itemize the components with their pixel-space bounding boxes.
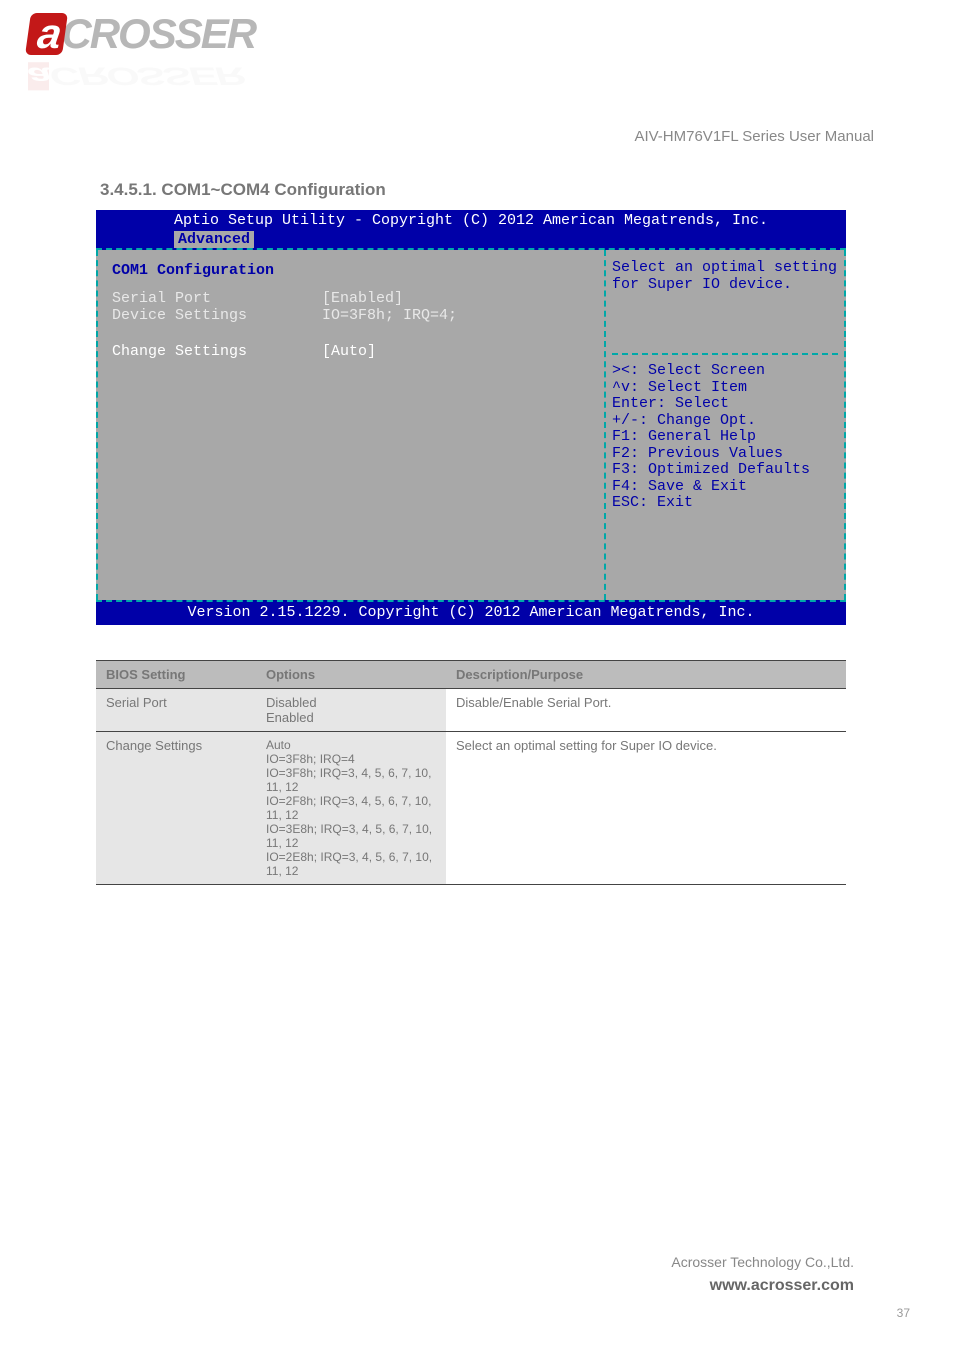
table-cell-setting: Change Settings bbox=[96, 732, 256, 885]
bios-screen: Aptio Setup Utility - Copyright (C) 2012… bbox=[96, 210, 846, 625]
bios-key-hint: +/-: Change Opt. bbox=[612, 413, 838, 430]
bios-key-hint: F1: General Help bbox=[612, 429, 838, 446]
change-settings-value[interactable]: [Auto] bbox=[322, 344, 590, 361]
footer-company: Acrosser Technology Co.,Ltd. bbox=[671, 1254, 854, 1270]
bios-main-panel: COM1 Configuration Serial Port [Enabled]… bbox=[98, 250, 604, 600]
table-row: Change Settings Auto IO=3F8h; IRQ=4 IO=3… bbox=[96, 732, 846, 885]
bios-key-hint: ESC: Exit bbox=[612, 495, 838, 512]
device-settings-label: Device Settings bbox=[112, 308, 322, 325]
bios-help-text: Select an optimal setting for Super IO d… bbox=[612, 260, 838, 293]
footer-url: www.acrosser.com bbox=[710, 1277, 854, 1295]
section-heading: 3.4.5.1. COM1~COM4 Configuration bbox=[100, 180, 386, 200]
bios-key-hint: ^v: Select Item bbox=[612, 380, 838, 397]
serial-port-label: Serial Port bbox=[112, 291, 322, 308]
bios-help-panel: Select an optimal setting for Super IO d… bbox=[604, 250, 844, 600]
bios-key-hint: Enter: Select bbox=[612, 396, 838, 413]
bios-footer: Version 2.15.1229. Copyright (C) 2012 Am… bbox=[96, 600, 846, 625]
table-cell-description: Disable/Enable Serial Port. bbox=[446, 689, 846, 732]
table-row: Serial Port Disabled Enabled Disable/Ena… bbox=[96, 689, 846, 732]
bios-key-hint: F4: Save & Exit bbox=[612, 479, 838, 496]
bios-copyright-top: Aptio Setup Utility - Copyright (C) 2012… bbox=[96, 210, 846, 229]
device-settings-value: IO=3F8h; IRQ=4; bbox=[322, 308, 590, 325]
table-cell-options: Disabled Enabled bbox=[256, 689, 446, 732]
bios-help-divider bbox=[612, 353, 838, 355]
bios-setting-row: Serial Port [Enabled] bbox=[112, 291, 590, 308]
bios-setting-row: Device Settings IO=3F8h; IRQ=4; bbox=[112, 308, 590, 325]
bios-setting-row-selected[interactable]: Change Settings [Auto] bbox=[112, 344, 590, 361]
serial-port-value[interactable]: [Enabled] bbox=[322, 291, 590, 308]
bios-header: Aptio Setup Utility - Copyright (C) 2012… bbox=[96, 210, 846, 250]
page-number: 37 bbox=[897, 1306, 910, 1320]
bios-key-hint: ><: Select Screen bbox=[612, 363, 838, 380]
logo-mark: a bbox=[25, 13, 68, 55]
bios-tab-advanced[interactable]: Advanced bbox=[174, 231, 254, 248]
table-header-setting: BIOS Setting bbox=[96, 661, 256, 689]
table-header-options: Options bbox=[256, 661, 446, 689]
logo-text: CROSSER bbox=[61, 10, 255, 57]
settings-table: BIOS Setting Options Description/Purpose… bbox=[96, 660, 846, 885]
table-cell-options: Auto IO=3F8h; IRQ=4 IO=3F8h; IRQ=3, 4, 5… bbox=[256, 732, 446, 885]
table-header-description: Description/Purpose bbox=[446, 661, 846, 689]
brand-logo: aCROSSER bbox=[28, 10, 255, 58]
table-cell-setting: Serial Port bbox=[96, 689, 256, 732]
document-title: AIV-HM76V1FL Series User Manual bbox=[634, 128, 874, 145]
table-cell-description: Select an optimal setting for Super IO d… bbox=[446, 732, 846, 885]
logo-reflection: aCROSSER bbox=[28, 62, 243, 91]
bios-body: COM1 Configuration Serial Port [Enabled]… bbox=[96, 250, 846, 600]
bios-config-title: COM1 Configuration bbox=[112, 262, 590, 279]
change-settings-label: Change Settings bbox=[112, 344, 322, 361]
bios-key-hint: F2: Previous Values bbox=[612, 446, 838, 463]
table-header-row: BIOS Setting Options Description/Purpose bbox=[96, 661, 846, 689]
bios-key-hint: F3: Optimized Defaults bbox=[612, 462, 838, 479]
